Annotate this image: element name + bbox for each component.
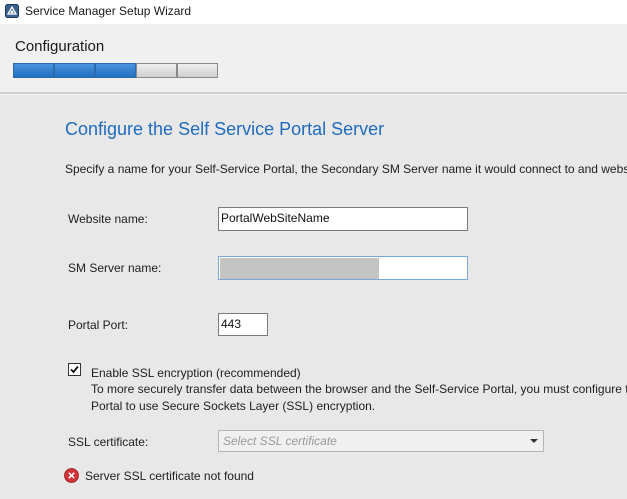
page-title: Configure the Self Service Portal Server — [65, 119, 385, 139]
progress-step — [136, 63, 177, 78]
ssl-help-line-1: To more securely transfer data between t… — [91, 382, 627, 396]
wizard-content: Configure the Self Service Portal Server… — [0, 95, 627, 499]
progress-step — [54, 63, 95, 78]
ssl-help-line-2: Portal to use Secure Sockets Layer (SSL)… — [91, 399, 376, 413]
ssl-certificate-placeholder: Select SSL certificate — [223, 434, 337, 448]
chevron-down-icon[interactable] — [530, 439, 538, 443]
ssl-certificate-label: SSL certificate: — [68, 435, 149, 449]
redacted-value — [220, 258, 379, 279]
sm-server-name-input[interactable] — [218, 256, 468, 280]
window-title: Service Manager Setup Wizard — [25, 4, 192, 18]
ssl-certificate-select[interactable]: Select SSL certificate — [218, 430, 544, 452]
portal-port-label: Portal Port: — [68, 318, 129, 332]
error-message: Server SSL certificate not found — [85, 469, 254, 483]
portal-port-input[interactable]: 443 — [218, 313, 268, 336]
checkmark-icon — [70, 365, 79, 374]
service-manager-app-icon — [5, 4, 19, 18]
progress-step — [95, 63, 136, 78]
sm-server-name-label: SM Server name: — [68, 261, 162, 275]
enable-ssl-checkbox[interactable] — [68, 363, 81, 376]
page-description: Specify a name for your Self-Service Por… — [65, 162, 627, 176]
enable-ssl-label[interactable]: Enable SSL encryption (recommended) — [91, 366, 301, 380]
website-name-input[interactable]: PortalWebSiteName — [218, 207, 468, 231]
error-icon — [64, 468, 79, 483]
progress-step — [177, 63, 218, 78]
title-bar: Service Manager Setup Wizard — [0, 0, 627, 24]
website-name-label: Website name: — [68, 212, 148, 226]
wizard-header: Configuration — [0, 24, 627, 92]
progress-step — [13, 63, 54, 78]
wizard-progress-bar — [13, 63, 218, 78]
header-title: Configuration — [15, 38, 105, 55]
